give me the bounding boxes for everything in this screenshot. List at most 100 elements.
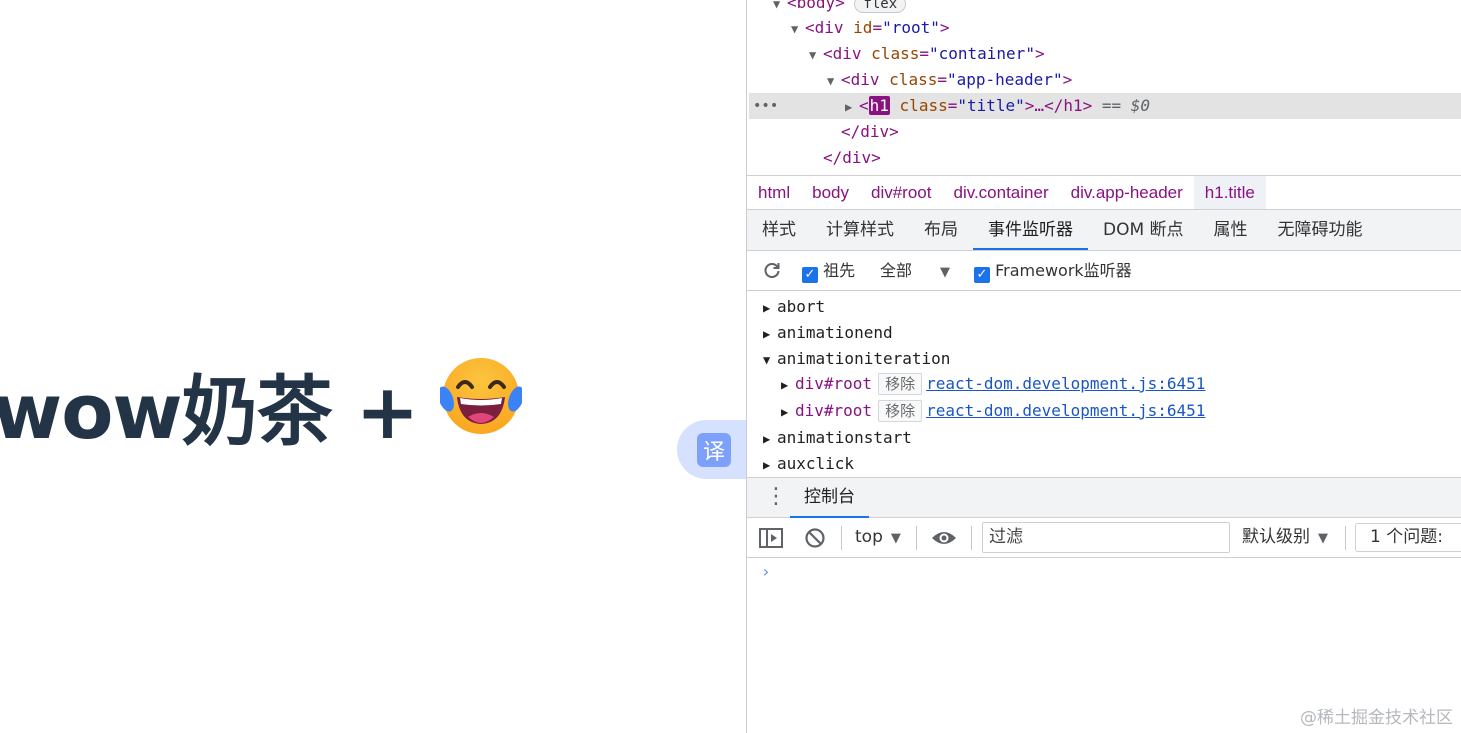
dom-node-container[interactable]: ▼ <div class="container"> — [809, 41, 1045, 67]
breadcrumb-div-root[interactable]: div#root — [860, 176, 942, 209]
breadcrumb-body[interactable]: body — [801, 176, 860, 209]
translate-icon: 译 — [697, 432, 731, 467]
drawer-tab-bar: ⋮ 控制台 — [747, 477, 1461, 518]
tab-dom-breakpoints[interactable]: DOM 断点 — [1088, 210, 1199, 250]
clear-console-icon[interactable] — [804, 527, 826, 549]
event-animationstart[interactable]: ▶ animationstart — [763, 425, 912, 451]
event-listener-toolbar: ✓ 祖先 全部 ▼ ✓ Framework监听器 — [747, 251, 1461, 291]
expand-arrow-icon[interactable]: ▶ — [781, 372, 795, 398]
page-title: wow奶茶 + — [0, 350, 454, 460]
breadcrumb-div-app-header[interactable]: div.app-header — [1060, 176, 1194, 209]
translate-button[interactable]: 译 — [677, 420, 746, 479]
remove-listener-button[interactable]: 移除 — [878, 373, 923, 395]
tag-close: > — [1062, 70, 1073, 89]
laughing-emoji-icon — [440, 358, 522, 434]
expand-arrow-icon[interactable]: ▶ — [845, 94, 859, 120]
breadcrumb-html[interactable]: html — [747, 176, 801, 209]
collapse-arrow-icon[interactable]: ▼ — [763, 347, 777, 373]
ancestors-checkbox[interactable]: ✓ 祖先 — [802, 251, 855, 290]
attr-name: class — [889, 70, 938, 89]
event-name: animationiteration — [777, 349, 951, 368]
collapse-arrow-icon[interactable]: ▼ — [827, 68, 841, 94]
context-select-value: top — [855, 527, 883, 547]
listener-target: div#root — [795, 401, 873, 420]
listener-row[interactable]: ▶ div#root 移除 react-dom.development.js:6451 — [781, 398, 1205, 424]
breadcrumb-h1-title[interactable]: h1.title — [1193, 176, 1266, 209]
tag-open: < — [859, 96, 869, 115]
scope-select[interactable]: 全部 ▼ — [880, 251, 950, 290]
expand-arrow-icon[interactable]: ▶ — [763, 321, 777, 347]
checkbox-checked-icon[interactable]: ✓ — [802, 267, 818, 283]
event-abort[interactable]: ▶ abort — [763, 294, 825, 320]
filter-input[interactable]: 过滤 — [982, 522, 1230, 553]
log-level-value: 默认级别 — [1242, 527, 1310, 547]
ancestors-label: 祖先 — [823, 261, 856, 280]
dom-node-root[interactable]: ▼ <div id="root"> — [791, 15, 950, 41]
tab-layout[interactable]: 布局 — [909, 210, 973, 250]
flex-badge[interactable]: flex — [854, 0, 907, 13]
tag-text: <div — [841, 70, 880, 89]
eye-icon[interactable] — [931, 529, 957, 547]
event-animationiteration[interactable]: ▼ animationiteration — [763, 346, 950, 372]
attr-name: class — [871, 44, 920, 63]
elements-dom-tree: ▼ <body> flex ▼ <div id="root"> ▼ <div clas… — [747, 0, 1461, 175]
attr-value: "app-header" — [946, 70, 1063, 89]
remove-listener-button[interactable]: 移除 — [878, 400, 923, 422]
refresh-icon[interactable] — [763, 261, 781, 279]
more-dots-icon[interactable]: ••• — [753, 93, 778, 119]
scope-select-value: 全部 — [880, 261, 913, 280]
toolbar-divider — [1345, 526, 1346, 550]
attr-name: class — [899, 96, 948, 115]
sidebar-toggle-icon[interactable] — [759, 527, 783, 549]
equals-sign: = — [937, 70, 947, 89]
tag-text: <body> — [787, 0, 845, 12]
source-link[interactable]: react-dom.development.js:6451 — [926, 374, 1205, 393]
tag-name-highlight: h1 — [868, 96, 890, 115]
collapse-arrow-icon[interactable]: ▼ — [773, 0, 787, 17]
context-select[interactable]: top ▼ — [855, 518, 901, 558]
framework-listeners-label: Framework监听器 — [995, 261, 1132, 280]
tab-console[interactable]: 控制台 — [790, 478, 869, 518]
tag-text: <div — [805, 18, 844, 37]
collapse-arrow-icon[interactable]: ▼ — [791, 16, 805, 42]
toolbar-divider — [916, 526, 917, 550]
equals-sign: = — [919, 44, 929, 63]
tab-styles[interactable]: 样式 — [747, 210, 811, 250]
event-auxclick[interactable]: ▶ auxclick — [763, 451, 854, 477]
event-name: auxclick — [777, 454, 855, 473]
dom-node-body[interactable]: ▼ <body> flex — [773, 0, 907, 17]
tag-close: </div> — [841, 122, 899, 141]
equals-sign: = — [947, 96, 958, 115]
event-animationend[interactable]: ▶ animationend — [763, 320, 893, 346]
tag-text: <div — [823, 44, 862, 63]
tab-event-listeners[interactable]: 事件监听器 — [973, 210, 1088, 250]
dom-node-h1-selected[interactable]: ••• ▶ <h1 class="title">…</h1> == $0 — [749, 93, 1461, 119]
expand-arrow-icon[interactable]: ▶ — [781, 399, 795, 425]
breadcrumb-div-container[interactable]: div.container — [942, 176, 1059, 209]
expand-arrow-icon[interactable]: ▶ — [763, 295, 777, 321]
tab-computed[interactable]: 计算样式 — [811, 210, 909, 250]
checkbox-checked-icon[interactable]: ✓ — [974, 267, 990, 283]
log-level-select[interactable]: 默认级别 ▼ — [1242, 518, 1328, 558]
issues-button[interactable]: 1 个问题: — [1355, 523, 1461, 552]
dropdown-arrow-icon: ▼ — [1318, 531, 1328, 546]
expand-arrow-icon[interactable]: ▶ — [763, 426, 777, 452]
tab-accessibility[interactable]: 无障碍功能 — [1263, 210, 1378, 250]
tab-properties[interactable]: 属性 — [1199, 210, 1263, 250]
listener-row[interactable]: ▶ div#root 移除 react-dom.development.js:6451 — [781, 371, 1205, 397]
framework-listeners-checkbox[interactable]: ✓ Framework监听器 — [974, 251, 1132, 290]
console-ref-hint: == $0 — [1101, 96, 1151, 115]
collapse-arrow-icon[interactable]: ▼ — [809, 42, 823, 68]
event-listener-list: ▶ abort ▶ animationend ▼ animationiteration… — [747, 291, 1461, 477]
dropdown-arrow-icon: ▼ — [940, 265, 951, 280]
dom-node-close-container[interactable]: </div> — [823, 145, 881, 171]
source-link[interactable]: react-dom.development.js:6451 — [926, 401, 1205, 420]
listener-target: div#root — [795, 374, 873, 393]
dom-node-app-header[interactable]: ▼ <div class="app-header"> — [827, 67, 1072, 93]
dom-node-close-header[interactable]: </div> — [841, 119, 899, 145]
console-prompt[interactable]: › — [761, 562, 771, 581]
expand-arrow-icon[interactable]: ▶ — [763, 452, 777, 478]
attr-value: "title" — [957, 96, 1025, 115]
toolbar-divider — [971, 526, 972, 550]
more-vertical-icon[interactable]: ⋮ — [765, 484, 787, 510]
